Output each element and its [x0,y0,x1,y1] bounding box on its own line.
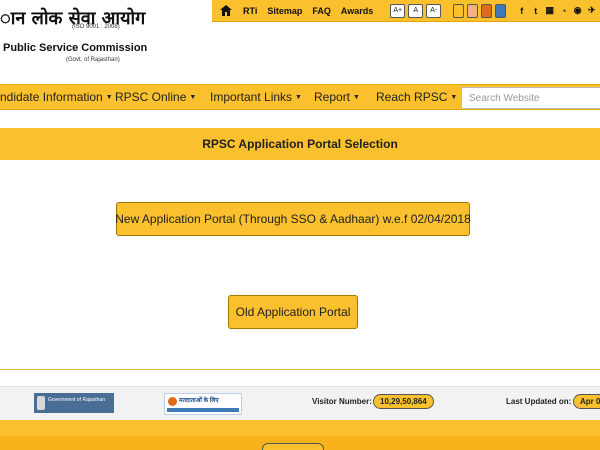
brand-subtitle: (Govt. of Rajasthan) [66,57,120,63]
visitor-count-badge: 10,29,50,864 [373,394,434,409]
nav-label: Report [314,90,351,104]
nav-rpsc-online[interactable]: RPSC Online ▼ [115,90,196,104]
rti-link[interactable]: RTi [238,6,262,16]
calendar-icon[interactable]: ▦ [544,5,555,17]
chevron-down-icon: ▼ [105,94,113,102]
theme-switcher [453,3,507,18]
gov-logo-text: Government of Rajasthan [48,397,105,403]
theme-swatch-yellow[interactable] [453,3,465,18]
chevron-down-icon: ▼ [295,94,302,102]
rss-icon[interactable]: ◔ [558,5,569,17]
nav-label: Important Links [210,90,293,104]
voter-logo-text: मतदाताओं के लिए [179,398,219,404]
font-increase-button[interactable]: A+ [390,3,406,18]
chevron-down-icon: ▼ [353,94,360,102]
nav-important-links[interactable]: Important Links ▼ [210,90,302,104]
voter-awareness-logo[interactable]: मतदाताओं के लिए [164,393,242,415]
nav-label: RPSC Online [115,90,187,104]
nav-report[interactable]: Report ▼ [314,90,360,104]
portal-selection-panel: New Application Portal (Through SSO & Aa… [0,160,600,370]
old-application-portal-button[interactable]: Old Application Portal [228,295,358,329]
last-updated-badge: Apr 02 [573,394,600,409]
chevron-down-icon: ▼ [189,94,197,102]
twitter-icon[interactable]: t [530,5,541,17]
page: ान लोक सेवा आयोग (ISO 9001 : 2008) Publi… [0,0,600,450]
new-application-portal-button[interactable]: New Application Portal (Through SSO & Aa… [115,202,471,236]
iso-certification: (ISO 9001 : 2008) [72,24,120,30]
chevron-down-icon: ▼ [450,94,458,102]
voter-mark-icon [168,397,177,406]
home-icon[interactable] [214,0,238,22]
social-links: f t ▦ ◔ ◉ ✈ [516,5,597,17]
pin-icon[interactable]: ✈ [586,5,597,17]
utility-bar: RTi Sitemap FAQ Awards A+ A A- f t ▦ ◔ ◉… [212,0,600,22]
theme-swatch-orange[interactable] [481,3,493,18]
nav-reach-rpsc[interactable]: Reach RPSC ▼ [376,90,457,104]
font-size-controls: A+ A A- [390,3,442,18]
awards-link[interactable]: Awards [336,6,378,16]
globe-icon[interactable]: ◉ [572,5,583,17]
nav-label: ndidate Information [0,90,103,104]
font-normal-button[interactable]: A [408,3,424,18]
voter-logo-strip [167,408,239,412]
search-input[interactable] [461,87,600,109]
nav-label: Reach RPSC [376,90,448,104]
government-of-rajasthan-logo[interactable]: Government of Rajasthan [34,393,114,413]
page-title: RPSC Application Portal Selection [0,128,600,160]
brand-title-english: Public Service Commission [3,42,148,54]
font-decrease-button[interactable]: A- [426,3,442,18]
faq-link[interactable]: FAQ [307,6,336,16]
bottom-badge [262,443,324,450]
bottom-bar [0,420,600,450]
nav-candidate-information[interactable]: ndidate Information ▼ [0,90,113,104]
emblem-icon [37,396,45,410]
facebook-icon[interactable]: f [516,5,527,17]
theme-swatch-blue[interactable] [495,3,507,18]
main-nav: ndidate Information ▼ RPSC Online ▼ Import… [0,84,600,110]
last-updated-label: Last Updated on: [506,397,572,406]
footer-info-bar: Government of Rajasthan मतदाताओं के लिए … [0,386,600,420]
visitor-number-label: Visitor Number: [312,397,372,406]
theme-swatch-peach[interactable] [467,3,479,18]
sitemap-link[interactable]: Sitemap [262,6,307,16]
